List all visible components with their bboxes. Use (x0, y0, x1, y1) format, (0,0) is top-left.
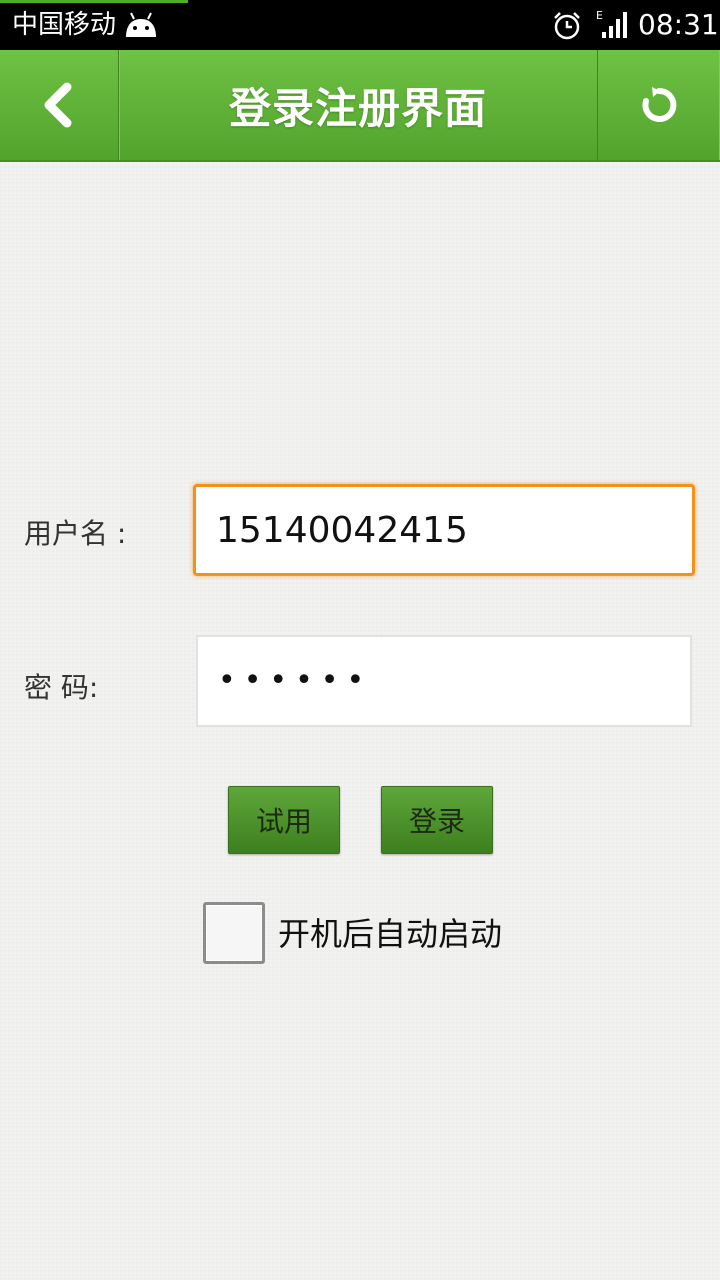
signal-icon: E (596, 9, 627, 38)
title-bar: 登录注册界面 (0, 50, 720, 162)
autostart-label: 开机后自动启动 (278, 915, 503, 953)
trial-button[interactable]: 试用 (228, 786, 340, 854)
autostart-checkbox[interactable] (203, 902, 265, 964)
login-form: 用户名 : 15140042415 密 码: •••••• 试用 登录 开机后自… (0, 164, 720, 1280)
status-clock: 08:31 (638, 8, 719, 41)
refresh-button[interactable] (597, 50, 720, 160)
carrier-name: 中国移动 (12, 10, 117, 40)
username-input[interactable]: 15140042415 (193, 484, 695, 576)
chevron-left-icon (44, 82, 72, 128)
android-icon (126, 12, 156, 37)
password-label: 密 码: (24, 671, 99, 704)
network-type-label: E (596, 9, 603, 22)
login-button[interactable]: 登录 (381, 786, 493, 854)
refresh-icon (642, 87, 677, 122)
password-input[interactable]: •••••• (196, 635, 692, 727)
back-button[interactable] (0, 50, 119, 160)
alarm-icon (554, 12, 580, 40)
status-bar: 中国移动 E 08:31 (0, 0, 720, 50)
status-progress-line (0, 0, 188, 3)
page-title: 登录注册界面 (228, 83, 487, 133)
username-label: 用户名 : (24, 517, 127, 550)
